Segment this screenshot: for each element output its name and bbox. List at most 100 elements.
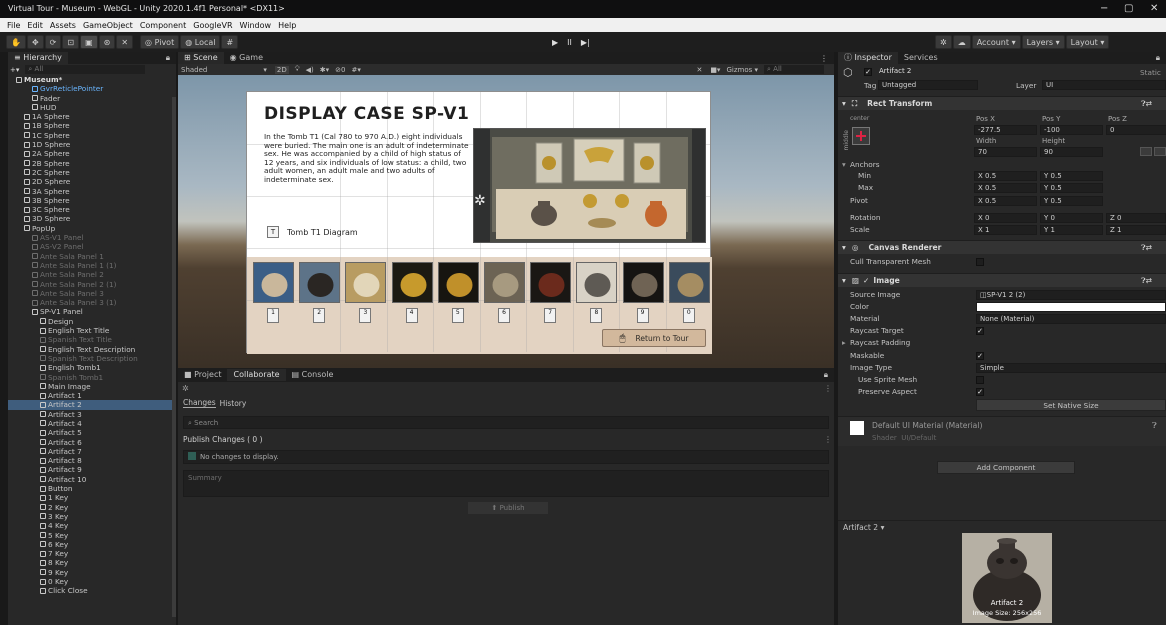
hierarchy-item[interactable]: Ante Sala Panel 3 (1) (8, 298, 176, 307)
hierarchy-item[interactable]: English Text Title (8, 326, 176, 335)
rotation-z-field[interactable]: Z 0 (1106, 213, 1166, 223)
hierarchy-item[interactable]: 1 Key (8, 493, 176, 502)
hierarchy-item[interactable]: Artifact 10 (8, 475, 176, 484)
hierarchy-item[interactable]: Spanish Tomb1 (8, 373, 176, 382)
hierarchy-item[interactable]: 6 Key (8, 540, 176, 549)
scale-y-field[interactable]: Y 1 (1040, 225, 1103, 235)
preserve-aspect-checkbox[interactable]: ✓ (976, 388, 984, 396)
raw-edit-icon[interactable] (1154, 147, 1166, 156)
step-button[interactable]: ▶| (577, 35, 594, 49)
artifact-key-badge[interactable]: 8 (590, 308, 603, 323)
raycast-padding-label[interactable]: Raycast Padding (850, 338, 910, 347)
local-toggle[interactable]: ◍ Local (180, 35, 221, 49)
hierarchy-item[interactable]: 1D Sphere (8, 140, 176, 149)
pivot-toggle[interactable]: ◎ Pivot (140, 35, 180, 49)
hierarchy-item[interactable]: 3 Key (8, 512, 176, 521)
transform-tool-icon[interactable]: ⊛ (98, 35, 116, 49)
artifact-thumbnail[interactable] (622, 262, 664, 303)
return-to-tour-button[interactable]: 🖱︎ Return to Tour (602, 329, 706, 347)
artifact-key-badge[interactable]: 5 (451, 308, 464, 323)
artifact-thumbnail[interactable] (576, 262, 618, 303)
expand-icon[interactable]: ▾ (842, 160, 846, 169)
hierarchy-item[interactable]: 7 Key (8, 549, 176, 558)
hierarchy-item[interactable]: AS-V1 Panel (8, 233, 176, 242)
collab-icon[interactable]: ✲ (935, 35, 952, 49)
hierarchy-item[interactable]: 3C Sphere (8, 205, 176, 214)
add-icon[interactable]: +▾ (10, 66, 19, 74)
maximize-button[interactable]: ▢ (1124, 3, 1133, 14)
hierarchy-item[interactable]: English Tomb1 (8, 363, 176, 372)
hierarchy-item[interactable]: 1B Sphere (8, 121, 176, 130)
pos-z-field[interactable]: 0 (1106, 125, 1166, 135)
hierarchy-item[interactable]: Artifact 2 (8, 400, 176, 410)
hierarchy-item[interactable]: Ante Sala Panel 3 (8, 289, 176, 298)
image-enabled-checkbox[interactable]: ✓ (863, 276, 869, 285)
tab-scene[interactable]: ⊞ Scene (178, 52, 224, 64)
expand-icon[interactable]: ▸ (842, 338, 846, 347)
layout-dropdown[interactable]: Layout ▾ (1065, 35, 1110, 49)
artifact-key-badge[interactable]: 2 (313, 308, 326, 323)
height-field[interactable]: 90 (1040, 147, 1103, 157)
object-name-field[interactable]: Artifact 2 (876, 67, 1116, 77)
menu-edit[interactable]: Edit (27, 21, 43, 30)
hierarchy-item[interactable]: Button (8, 484, 176, 493)
lock-icon[interactable]: 🔒︎ (166, 53, 170, 63)
artifact-key-badge[interactable]: 6 (498, 308, 510, 323)
hierarchy-item[interactable]: 5 Key (8, 531, 176, 540)
active-checkbox[interactable]: ✓ (864, 68, 872, 76)
hierarchy-item[interactable]: Ante Sala Panel 2 (1) (8, 280, 176, 289)
hierarchy-item[interactable]: Design (8, 317, 176, 326)
menu-component[interactable]: Component (140, 21, 186, 30)
hierarchy-item[interactable]: 1A Sphere (8, 112, 176, 121)
hierarchy-item[interactable]: 2A Sphere (8, 149, 176, 158)
rotation-y-field[interactable]: Y 0 (1040, 213, 1103, 223)
preview-header[interactable]: Artifact 2 ▾ (838, 520, 1166, 533)
hierarchy-item[interactable]: 3D Sphere (8, 214, 176, 223)
hand-tool-icon[interactable]: ✋ (6, 35, 26, 49)
hierarchy-item[interactable]: 9 Key (8, 568, 176, 577)
tab-project[interactable]: ■ Project (178, 369, 227, 381)
tab-changes[interactable]: Changes (183, 398, 216, 408)
tag-dropdown[interactable]: Untagged (878, 80, 978, 90)
tab-collaborate[interactable]: Collaborate (227, 369, 286, 381)
effects-icon[interactable]: ✱▾ (320, 66, 329, 74)
artifact-thumbnail[interactable] (391, 262, 433, 303)
lock-icon[interactable]: 🔒︎ (1156, 53, 1160, 63)
gizmos-dropdown[interactable]: Gizmos ▾ (726, 66, 758, 74)
hierarchy-item[interactable]: AS-V2 Panel (8, 242, 176, 251)
hierarchy-item[interactable]: Museum* (8, 75, 176, 84)
scale-z-field[interactable]: Z 1 (1106, 225, 1166, 235)
menu-assets[interactable]: Assets (50, 21, 76, 30)
hierarchy-item[interactable]: Artifact 9 (8, 465, 176, 474)
maskable-checkbox[interactable]: ✓ (976, 352, 984, 360)
play-button[interactable]: ▶ (548, 35, 562, 49)
hierarchy-item[interactable]: Spanish Text Title (8, 335, 176, 344)
image-type-dropdown[interactable]: Simple (976, 363, 1166, 373)
hierarchy-item[interactable]: Spanish Text Description (8, 354, 176, 363)
changes-search-input[interactable]: ⌕ Search (183, 416, 829, 429)
cull-checkbox[interactable] (976, 258, 984, 266)
anchor-min-y-field[interactable]: Y 0.5 (1040, 171, 1103, 181)
use-sprite-mesh-checkbox[interactable] (976, 376, 984, 384)
artifact-thumbnail[interactable] (299, 262, 341, 303)
scale-x-field[interactable]: X 1 (974, 225, 1037, 235)
close-button[interactable]: ✕ (1150, 3, 1158, 14)
menu-file[interactable]: File (7, 21, 20, 30)
artifact-thumbnail[interactable] (668, 262, 710, 303)
material-field[interactable]: None (Material) (976, 314, 1166, 324)
menu-gameobject[interactable]: GameObject (83, 21, 133, 30)
hierarchy-item[interactable]: Artifact 1 (8, 391, 176, 400)
audio-icon[interactable]: ◀) (306, 66, 314, 74)
lock-icon[interactable]: 🔒︎ (824, 370, 828, 380)
scale-tool-icon[interactable]: ⊡ (62, 35, 80, 49)
artifact-key-badge[interactable]: 3 (359, 308, 372, 323)
hierarchy-item[interactable]: Ante Sala Panel 2 (8, 270, 176, 279)
image-header[interactable]: ▾ ▨ ✓ Image ❓︎⇄ (838, 273, 1166, 287)
pos-y-field[interactable]: -100 (1040, 125, 1103, 135)
more-icon[interactable]: ⋮ (824, 435, 832, 444)
raycast-target-checkbox[interactable]: ✓ (976, 327, 984, 335)
hierarchy-scrollbar[interactable] (172, 97, 176, 617)
collab-settings-icon[interactable]: ✲ (182, 384, 189, 393)
artifact-thumbnail[interactable] (253, 262, 294, 303)
menu-help[interactable]: Help (278, 21, 296, 30)
